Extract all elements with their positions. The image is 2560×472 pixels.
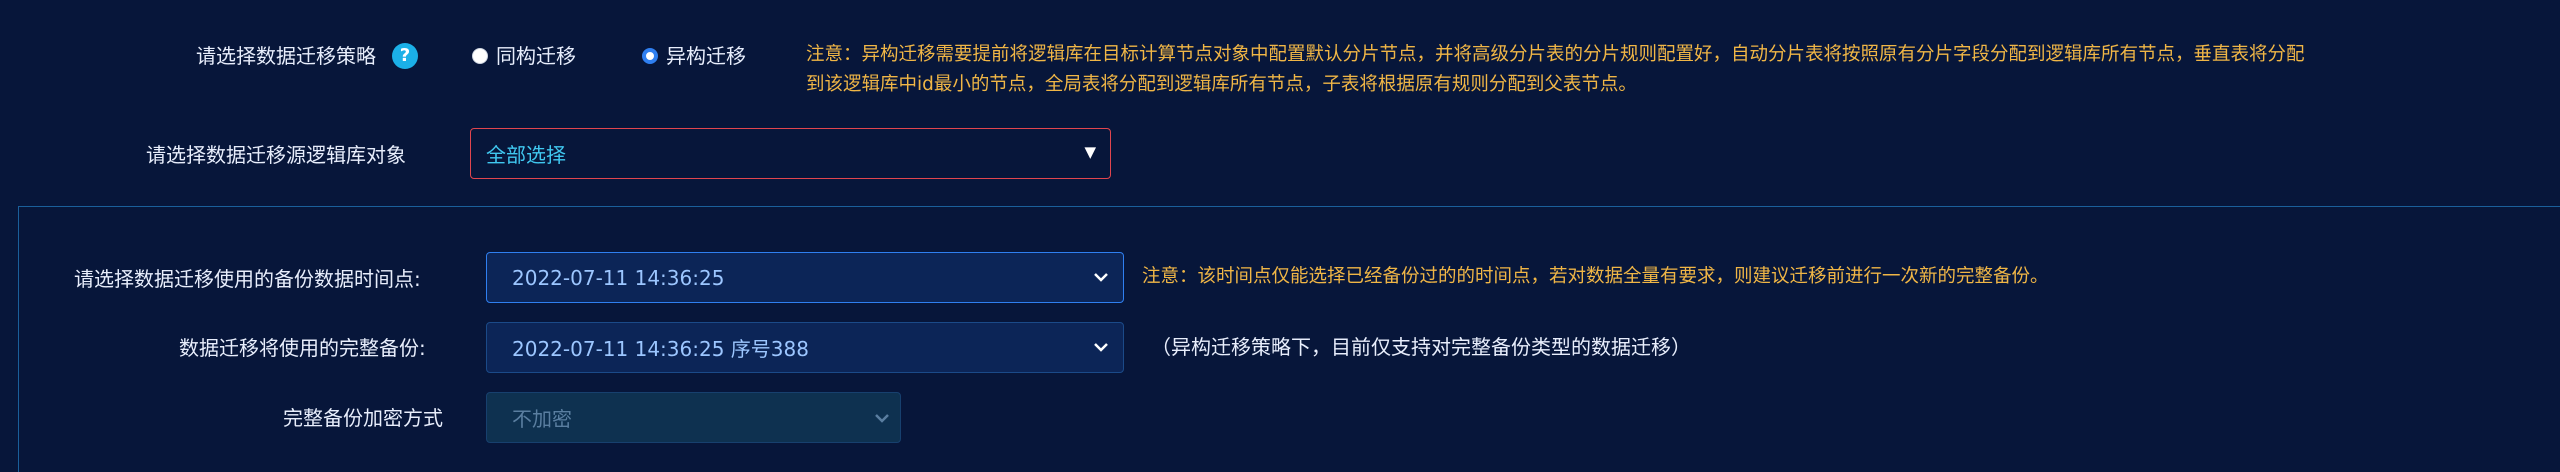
strategy-notice-line1: 注意：异构迁移需要提前将逻辑库在目标计算节点对象中配置默认分片节点，并将高级分片…: [806, 44, 2305, 65]
radio-option-homogeneous[interactable]: 同构迁移: [472, 42, 576, 70]
strategy-label: 请选择数据迁移策略: [196, 44, 376, 68]
backup-time-select[interactable]: 2022-07-11 14:36:25: [486, 252, 1124, 303]
source-db-select[interactable]: 全部选择 ▼: [470, 128, 1111, 179]
radio-heterogeneous-label: 异构迁移: [666, 44, 746, 68]
full-backup-notice: （异构迁移策略下，目前仅支持对完整备份类型的数据迁移）: [1151, 335, 1691, 359]
encryption-value: 不加密: [512, 407, 572, 431]
source-db-value: 全部选择: [486, 143, 566, 167]
encryption-label: 完整备份加密方式: [283, 406, 443, 430]
full-backup-value: 2022-07-11 14:36:25 序号388: [512, 337, 809, 361]
strategy-notice-line2: 到该逻辑库中id最小的节点，全局表将分配到逻辑库所有节点，子表将根据原有规则分配…: [806, 74, 1637, 95]
radio-heterogeneous[interactable]: [642, 48, 658, 64]
radio-option-heterogeneous[interactable]: 异构迁移: [642, 42, 746, 70]
strategy-notice: 注意：异构迁移需要提前将逻辑库在目标计算节点对象中配置默认分片节点，并将高级分片…: [806, 40, 2506, 100]
migration-config-form: 请选择数据迁移策略 ? 同构迁移 异构迁移 注意：异构迁移需要提前将逻辑库在目标…: [0, 0, 2560, 472]
source-db-label: 请选择数据迁移源逻辑库对象: [146, 143, 406, 167]
backup-time-label: 请选择数据迁移使用的备份数据时间点:: [74, 267, 421, 291]
caret-down-icon[interactable]: ▼: [1084, 143, 1096, 161]
radio-homogeneous-label: 同构迁移: [496, 44, 576, 68]
full-backup-select[interactable]: 2022-07-11 14:36:25 序号388: [486, 322, 1124, 373]
radio-homogeneous[interactable]: [472, 48, 488, 64]
encryption-select[interactable]: 不加密: [486, 392, 901, 443]
chevron-down-icon[interactable]: [874, 413, 890, 424]
question-circle-icon[interactable]: ?: [392, 43, 418, 69]
chevron-down-icon[interactable]: [1093, 342, 1109, 353]
backup-time-notice: 注意：该时间点仅能选择已经备份过的的时间点，若对数据全量有要求，则建议迁移前进行…: [1142, 266, 2049, 287]
full-backup-label: 数据迁移将使用的完整备份:: [179, 336, 426, 360]
backup-time-value: 2022-07-11 14:36:25: [512, 265, 725, 290]
chevron-down-icon[interactable]: [1093, 272, 1109, 283]
